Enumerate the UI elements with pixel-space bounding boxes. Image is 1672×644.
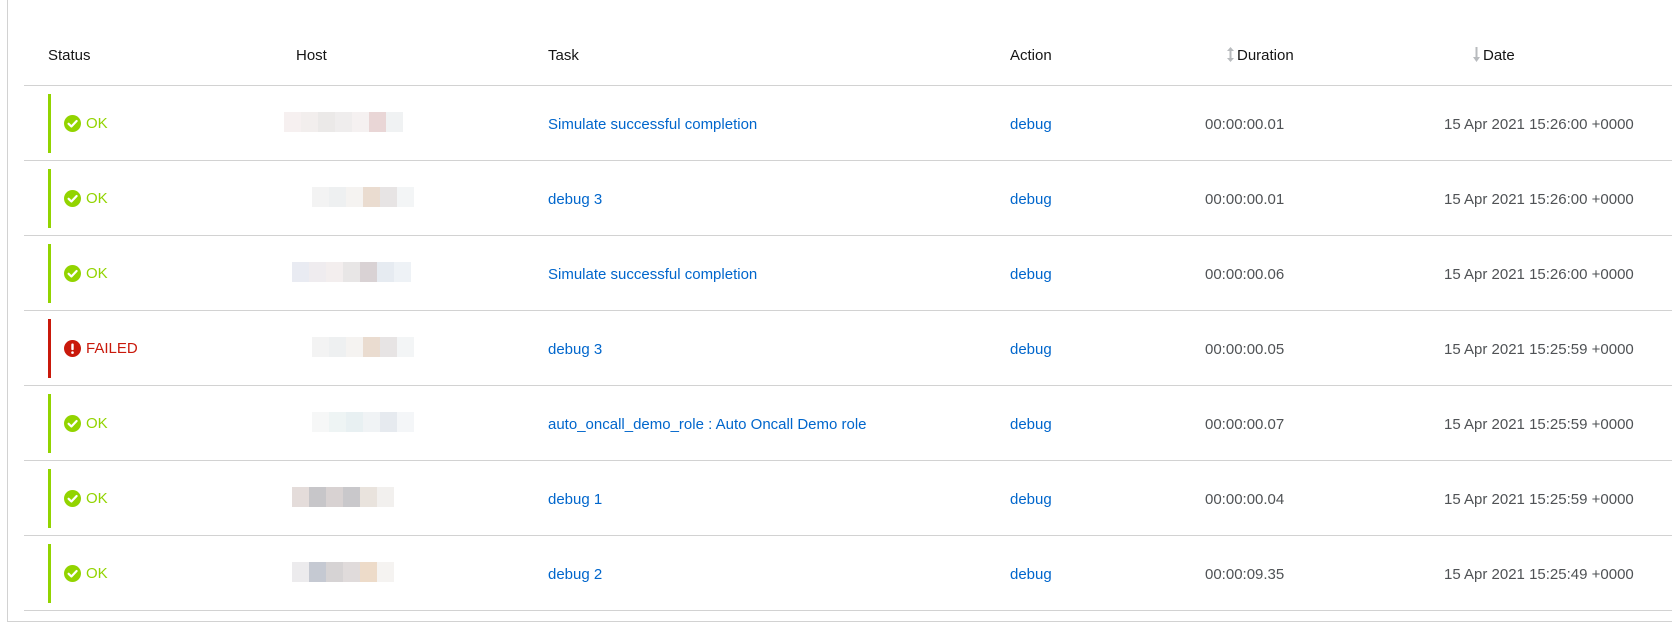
duration-value: 00:00:00.07 bbox=[1205, 416, 1285, 433]
table-header: Status Host Task Action Duration Date bbox=[24, 20, 1672, 86]
check-circle-icon bbox=[64, 490, 81, 507]
date-value: 15 Apr 2021 15:25:59 +0000 bbox=[1444, 416, 1634, 433]
task-link[interactable]: debug 3 bbox=[548, 191, 602, 208]
table-row[interactable]: FAILED debug 3 debug 00:00:00.05 15 Apr … bbox=[24, 311, 1672, 386]
task-results-table: Status Host Task Action Duration Date OK… bbox=[24, 20, 1672, 611]
status-indicator-bar bbox=[48, 169, 51, 228]
date-header-label: Date bbox=[1483, 47, 1515, 64]
status-badge: OK bbox=[64, 265, 108, 282]
duration-value: 00:00:00.04 bbox=[1205, 491, 1285, 508]
action-link[interactable]: debug bbox=[1010, 416, 1052, 433]
status-badge: OK bbox=[64, 490, 108, 507]
task-link[interactable]: Simulate successful completion bbox=[548, 116, 757, 133]
check-circle-icon bbox=[64, 115, 81, 132]
status-label: FAILED bbox=[86, 340, 138, 357]
status-label: OK bbox=[86, 490, 108, 507]
check-circle-icon bbox=[64, 415, 81, 432]
duration-header-label: Duration bbox=[1237, 47, 1294, 64]
table-row[interactable]: OK debug 2 debug 00:00:09.35 15 Apr 2021… bbox=[24, 536, 1672, 611]
status-indicator-bar bbox=[48, 544, 51, 603]
check-circle-icon bbox=[64, 265, 81, 282]
sort-down-icon bbox=[1473, 47, 1480, 62]
duration-value: 00:00:00.05 bbox=[1205, 341, 1285, 358]
task-link[interactable]: debug 2 bbox=[548, 566, 602, 583]
sort-both-icon bbox=[1227, 47, 1234, 62]
date-value: 15 Apr 2021 15:25:59 +0000 bbox=[1444, 491, 1634, 508]
column-header-host: Host bbox=[296, 47, 327, 64]
date-value: 15 Apr 2021 15:26:00 +0000 bbox=[1444, 191, 1634, 208]
results-panel: Status Host Task Action Duration Date OK… bbox=[7, 0, 1672, 622]
task-link[interactable]: auto_oncall_demo_role : Auto Oncall Demo… bbox=[548, 416, 867, 433]
status-indicator-bar bbox=[48, 469, 51, 528]
host-name-redacted bbox=[284, 112, 403, 132]
column-header-action: Action bbox=[1010, 47, 1052, 64]
host-name-redacted bbox=[312, 337, 414, 357]
column-header-date[interactable]: Date bbox=[1472, 47, 1515, 64]
table-row[interactable]: OK debug 3 debug 00:00:00.01 15 Apr 2021… bbox=[24, 161, 1672, 236]
action-link[interactable]: debug bbox=[1010, 116, 1052, 133]
host-name-redacted bbox=[312, 187, 414, 207]
status-badge: OK bbox=[64, 190, 108, 207]
duration-value: 00:00:00.01 bbox=[1205, 116, 1285, 133]
duration-value: 00:00:00.01 bbox=[1205, 191, 1285, 208]
column-header-task: Task bbox=[548, 47, 579, 64]
duration-value: 00:00:09.35 bbox=[1205, 566, 1285, 583]
table-row[interactable]: OK debug 1 debug 00:00:00.04 15 Apr 2021… bbox=[24, 461, 1672, 536]
status-label: OK bbox=[86, 190, 108, 207]
status-label: OK bbox=[86, 415, 108, 432]
host-name-redacted bbox=[292, 262, 411, 282]
host-name-redacted bbox=[292, 487, 394, 507]
status-indicator-bar bbox=[48, 244, 51, 303]
table-body: OK Simulate successful completion debug … bbox=[24, 86, 1672, 611]
task-link[interactable]: debug 3 bbox=[548, 341, 602, 358]
duration-value: 00:00:00.06 bbox=[1205, 266, 1285, 283]
status-badge: FAILED bbox=[64, 340, 138, 357]
date-value: 15 Apr 2021 15:25:59 +0000 bbox=[1444, 341, 1634, 358]
status-indicator-bar bbox=[48, 319, 51, 378]
host-name-redacted bbox=[292, 562, 394, 582]
action-link[interactable]: debug bbox=[1010, 191, 1052, 208]
date-value: 15 Apr 2021 15:26:00 +0000 bbox=[1444, 116, 1634, 133]
action-link[interactable]: debug bbox=[1010, 266, 1052, 283]
action-link[interactable]: debug bbox=[1010, 341, 1052, 358]
status-indicator-bar bbox=[48, 394, 51, 453]
status-badge: OK bbox=[64, 415, 108, 432]
table-row[interactable]: OK Simulate successful completion debug … bbox=[24, 236, 1672, 311]
status-label: OK bbox=[86, 265, 108, 282]
host-name-redacted bbox=[312, 412, 414, 432]
status-badge: OK bbox=[64, 115, 108, 132]
column-header-status: Status bbox=[48, 47, 91, 64]
check-circle-icon bbox=[64, 565, 81, 582]
status-indicator-bar bbox=[48, 94, 51, 153]
date-value: 15 Apr 2021 15:25:49 +0000 bbox=[1444, 566, 1634, 583]
action-link[interactable]: debug bbox=[1010, 566, 1052, 583]
exclamation-circle-icon bbox=[64, 340, 81, 357]
task-link[interactable]: Simulate successful completion bbox=[548, 266, 757, 283]
status-label: OK bbox=[86, 565, 108, 582]
column-header-duration[interactable]: Duration bbox=[1226, 47, 1294, 64]
task-link[interactable]: debug 1 bbox=[548, 491, 602, 508]
date-value: 15 Apr 2021 15:26:00 +0000 bbox=[1444, 266, 1634, 283]
table-row[interactable]: OK Simulate successful completion debug … bbox=[24, 86, 1672, 161]
status-badge: OK bbox=[64, 565, 108, 582]
table-row[interactable]: OK auto_oncall_demo_role : Auto Oncall D… bbox=[24, 386, 1672, 461]
action-link[interactable]: debug bbox=[1010, 491, 1052, 508]
status-label: OK bbox=[86, 115, 108, 132]
check-circle-icon bbox=[64, 190, 81, 207]
